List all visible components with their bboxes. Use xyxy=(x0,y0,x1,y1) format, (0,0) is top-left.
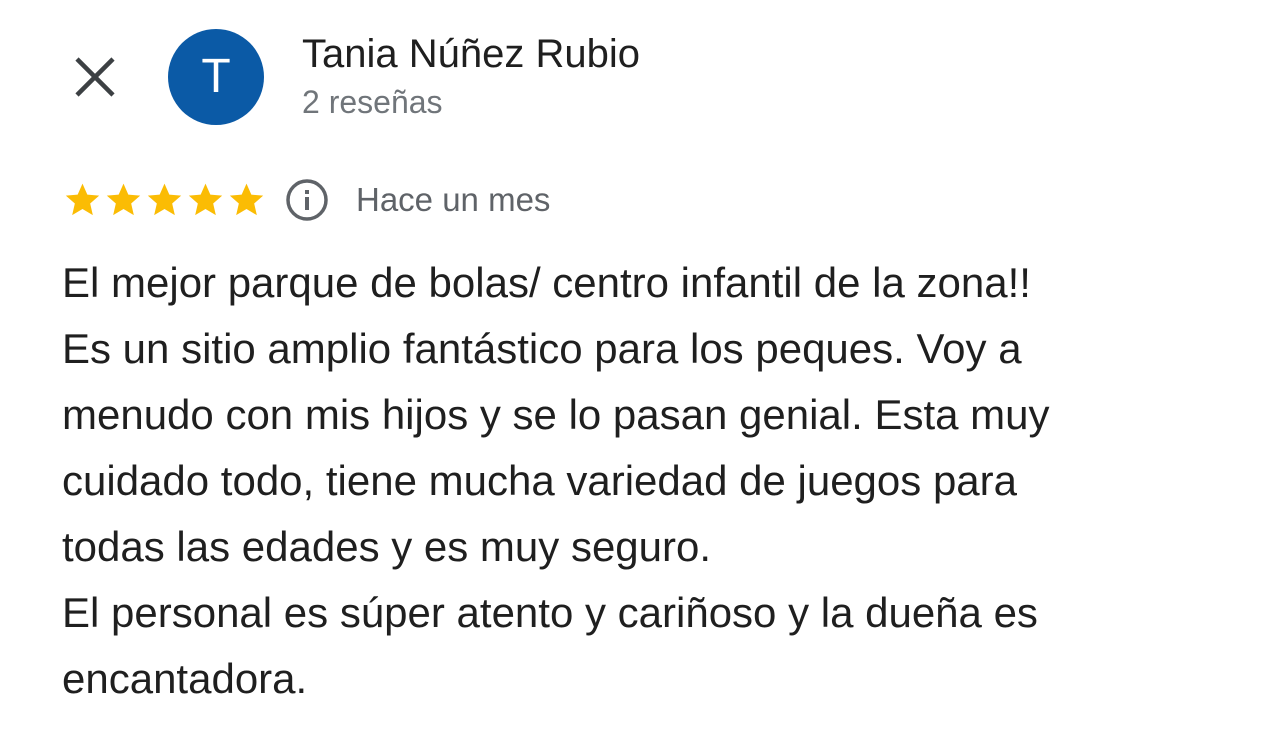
author-name[interactable]: Tania Núñez Rubio xyxy=(302,30,640,78)
review-time: Hace un mes xyxy=(356,181,551,218)
star-icon xyxy=(229,183,264,216)
info-button[interactable] xyxy=(285,178,329,222)
avatar-letter: T xyxy=(201,50,231,103)
avatar[interactable]: T xyxy=(168,29,264,125)
rating-row: Hace un mes xyxy=(62,176,550,224)
star-icon xyxy=(106,183,141,216)
author-review-count: 2 reseñas xyxy=(302,84,443,120)
star-icon xyxy=(188,183,223,216)
info-icon xyxy=(286,179,328,221)
star-icon xyxy=(147,183,182,216)
review-text: El mejor parque de bolas/ centro infanti… xyxy=(62,259,1050,702)
star-icon xyxy=(65,183,100,216)
close-icon xyxy=(75,57,115,97)
close-button[interactable] xyxy=(70,52,120,102)
star-rating xyxy=(62,180,267,220)
